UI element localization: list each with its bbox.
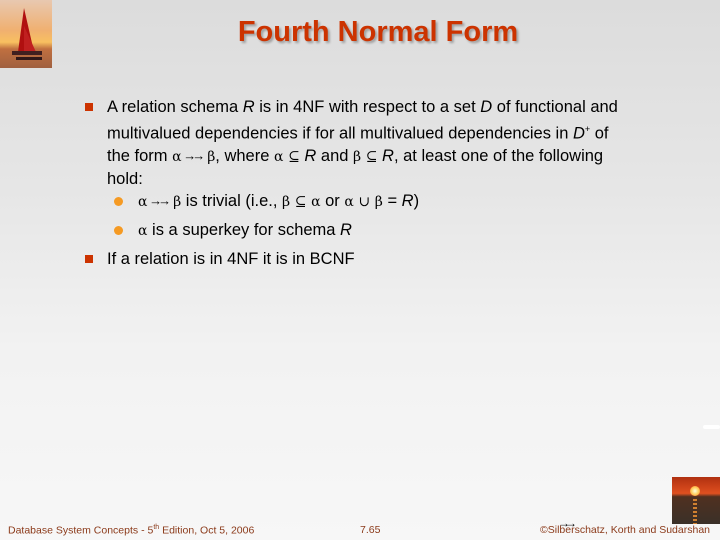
text-run: R bbox=[304, 146, 317, 165]
text-run: D bbox=[480, 98, 493, 116]
square-bullet-icon bbox=[85, 255, 93, 263]
text-run: ) bbox=[413, 192, 420, 210]
text-run: , at least one of the following bbox=[393, 146, 604, 165]
text-run: , where bbox=[215, 146, 274, 165]
square-bullet-icon bbox=[85, 103, 93, 111]
text-run: R bbox=[401, 192, 414, 210]
stray-arrow-icon: →→ bbox=[558, 516, 577, 530]
text-run: If a relation is in 4NF it is in BCNF bbox=[107, 250, 355, 268]
text-run: β bbox=[173, 194, 182, 210]
text-run: the form bbox=[107, 146, 173, 165]
text-run: A relation schema bbox=[107, 98, 243, 116]
slide-title: Fourth Normal Form bbox=[237, 16, 519, 48]
text-run: D bbox=[572, 124, 585, 143]
bullet-text: If a relation is in 4NF it is in BCNF bbox=[107, 248, 677, 270]
text-run: or bbox=[320, 192, 345, 210]
text-run: ⊆ bbox=[288, 148, 300, 165]
text-run: ∪ bbox=[358, 194, 371, 210]
footer-course-info: Database System Concepts - 5th Edition, … bbox=[8, 524, 255, 537]
text-run: = bbox=[382, 192, 402, 210]
footer-page-number: 7.65 bbox=[360, 524, 381, 536]
text-run: β bbox=[282, 194, 291, 210]
text-run: β bbox=[353, 148, 362, 165]
bullet-line: If a relation is in 4NF it is in BCNF bbox=[107, 248, 677, 270]
round-bullet-icon bbox=[114, 197, 123, 206]
text-run: ⊆ bbox=[365, 148, 378, 165]
text-run: hold: bbox=[107, 169, 143, 188]
bullet-text: α is a superkey for schema R bbox=[138, 219, 352, 242]
text-run: is trivial (i.e., bbox=[181, 192, 283, 210]
text-run: R bbox=[382, 146, 394, 165]
text-run: R bbox=[340, 221, 352, 239]
stray-mark bbox=[703, 425, 720, 429]
sunset-image bbox=[672, 477, 720, 524]
round-bullet-icon bbox=[114, 226, 123, 235]
text-run: of functional and bbox=[492, 98, 618, 116]
text-run: is a superkey for schema bbox=[147, 221, 341, 239]
text-run: α bbox=[311, 194, 321, 210]
bullet-text: A relation schema R is in 4NF with respe… bbox=[107, 96, 677, 190]
text-run: R bbox=[242, 98, 255, 116]
bullet-line: multivalued dependencies if for all mult… bbox=[107, 118, 677, 145]
bullet-line: α is a superkey for schema R bbox=[138, 219, 352, 242]
text-run: β bbox=[374, 194, 383, 210]
multivalued-arrow-icon: →→ bbox=[149, 193, 171, 208]
text-run: α bbox=[138, 194, 148, 210]
text-run: α bbox=[344, 194, 354, 210]
text-run: and bbox=[316, 146, 354, 165]
multivalued-arrow-icon: →→ bbox=[183, 147, 205, 163]
bullet-text: α →→ β is trivial (i.e., β ⊆ α or α ∪ β =… bbox=[138, 190, 419, 213]
text-run: is in 4NF with respect to a set bbox=[254, 98, 481, 116]
bullet-line: the form α →→ β, where α ⊆ R and β ⊆ R, a… bbox=[107, 145, 677, 168]
text-run: ⊆ bbox=[294, 194, 307, 210]
text-run: α bbox=[172, 148, 182, 165]
bullet-line: α →→ β is trivial (i.e., β ⊆ α or α ∪ β =… bbox=[138, 190, 419, 213]
text-run: of bbox=[590, 124, 609, 143]
bullet-line: hold: bbox=[107, 168, 677, 190]
text-run: multivalued dependencies if for all mult… bbox=[107, 124, 573, 143]
bullet-line: A relation schema R is in 4NF with respe… bbox=[107, 96, 677, 118]
